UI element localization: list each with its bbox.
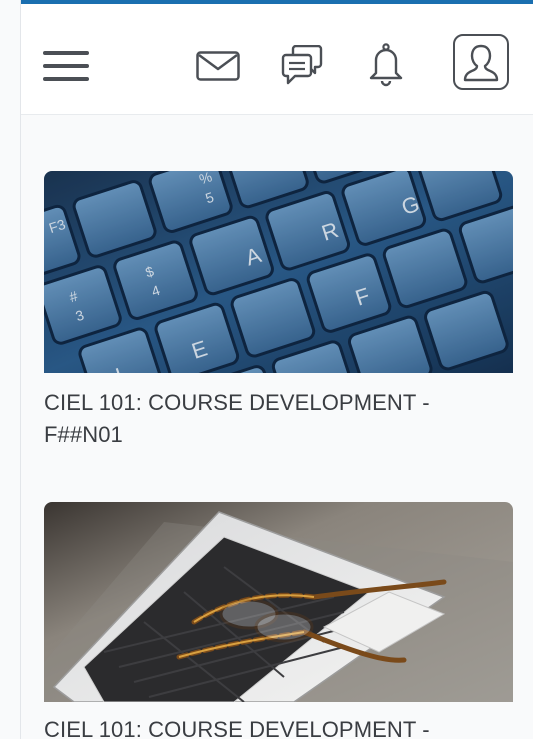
course-title-line: CIEL 101: COURSE DEVELOPMENT - (44, 717, 430, 739)
course-card[interactable]: L E A R N F G # 3 $ 4 % 5 6 F3 CIEL 101:… (44, 171, 513, 451)
laptop-with-glasses-image (44, 502, 513, 702)
course-title[interactable]: CIEL 101: COURSE DEVELOPMENT - (44, 714, 484, 739)
course-title-line: CIEL 101: COURSE DEVELOPMENT - (44, 390, 430, 415)
chat-bubbles-icon[interactable] (279, 44, 325, 88)
keyboard-learn-keys-image: L E A R N F G # 3 $ 4 % 5 6 F3 (44, 171, 513, 373)
envelope-icon[interactable] (195, 46, 241, 86)
user-avatar-icon[interactable] (453, 34, 509, 90)
hamburger-menu-icon[interactable] (43, 48, 89, 84)
top-navbar (21, 4, 533, 115)
course-code: F##N01 (44, 422, 123, 447)
course-title[interactable]: CIEL 101: COURSE DEVELOPMENT - F##N01 (44, 387, 484, 451)
course-card[interactable]: CIEL 101: COURSE DEVELOPMENT - (44, 502, 513, 739)
bell-icon[interactable] (365, 42, 407, 88)
app-frame: L E A R N F G # 3 $ 4 % 5 6 F3 CIEL 101:… (0, 0, 533, 739)
